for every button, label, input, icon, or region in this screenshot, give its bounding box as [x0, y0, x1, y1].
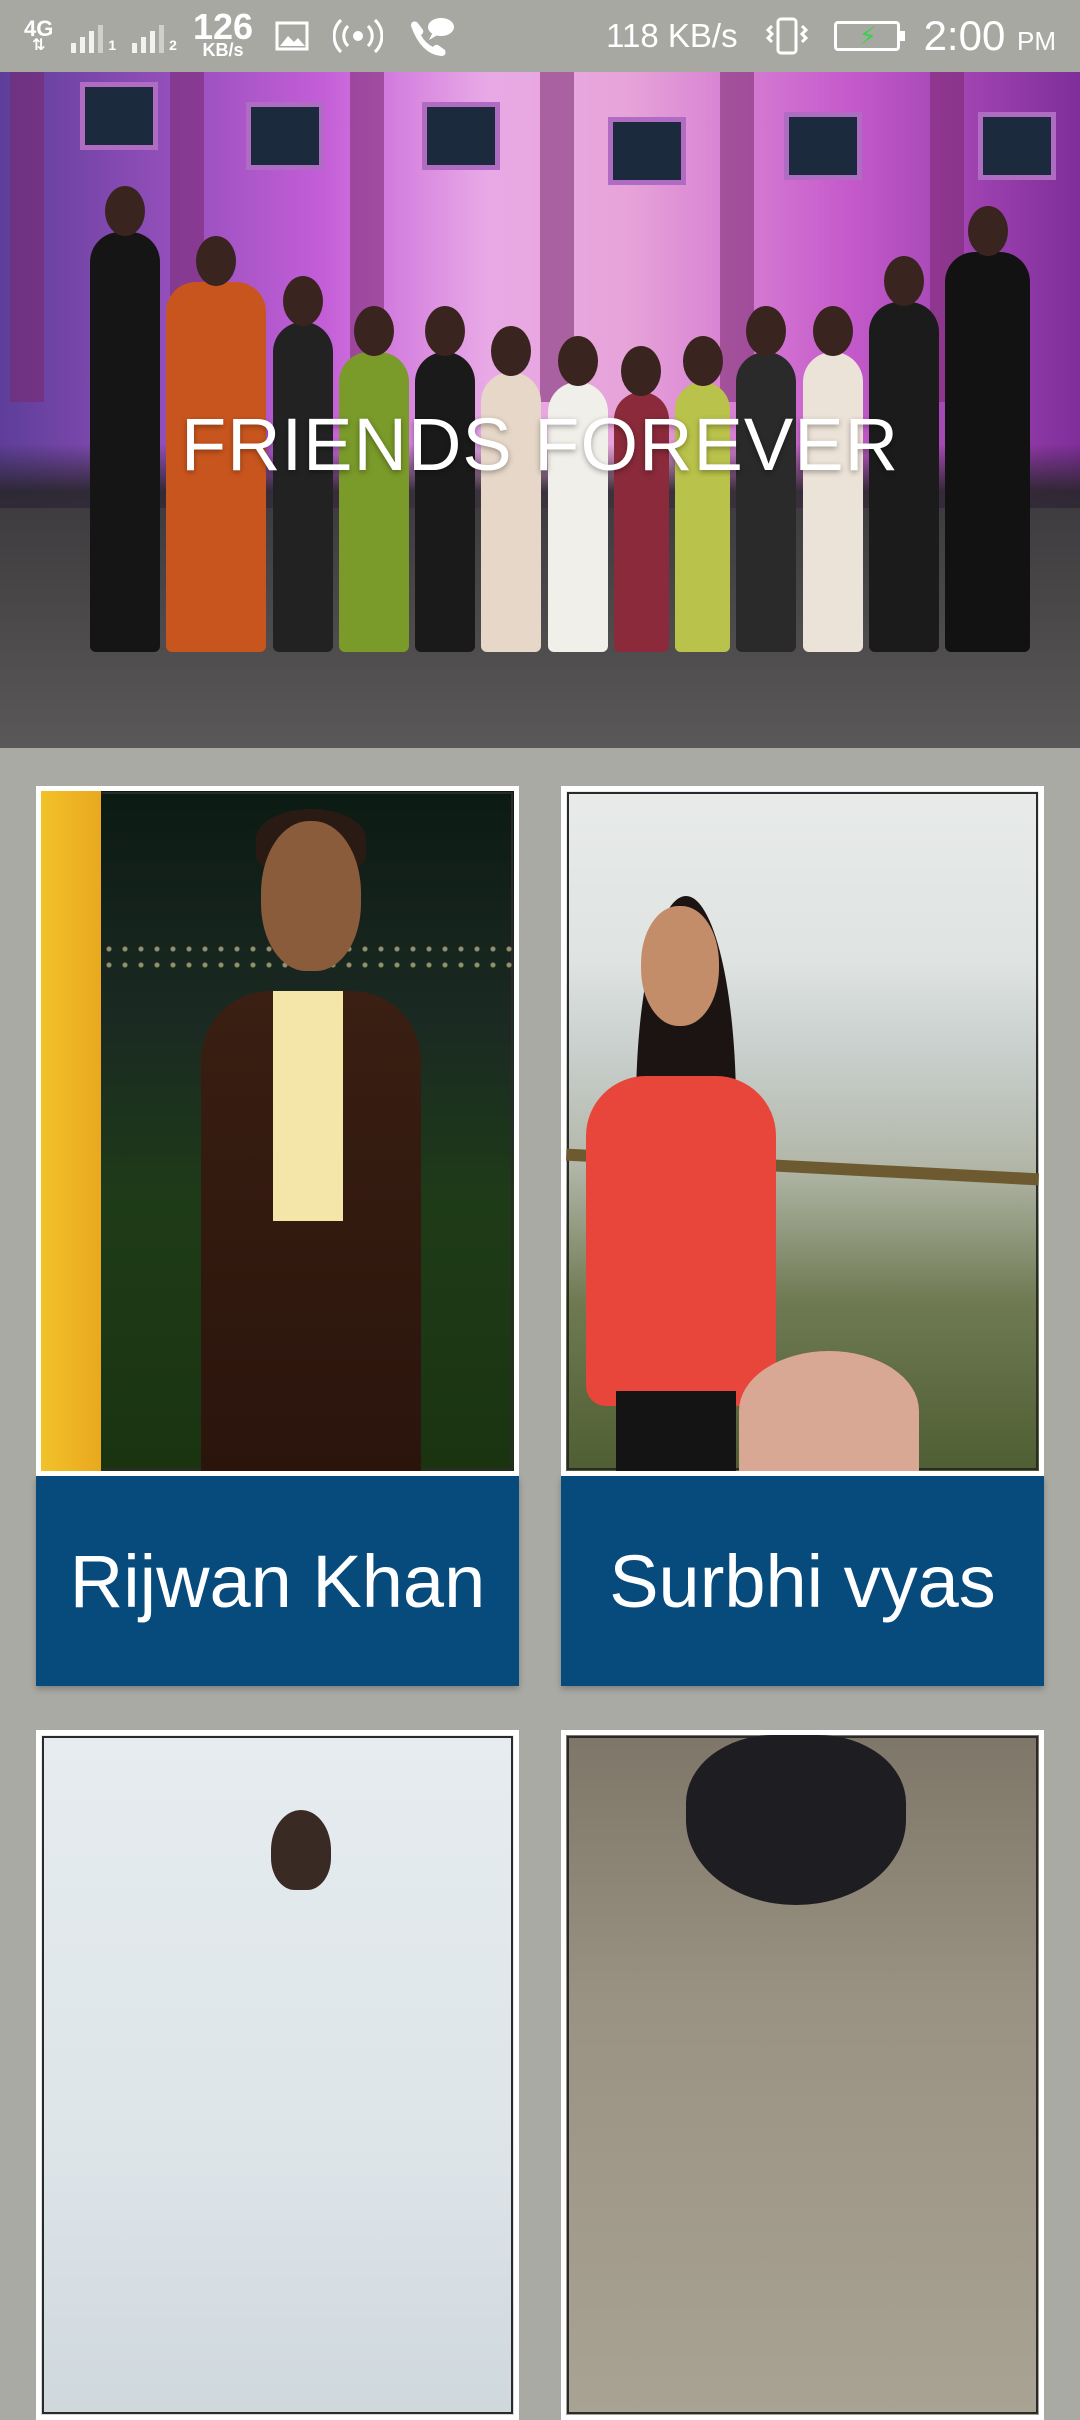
battery-charging-icon: ⚡ [833, 21, 905, 51]
hotspot-icon [333, 18, 384, 54]
clock-time: 2:00 [923, 12, 1006, 59]
friend-name[interactable]: Surbhi vyas [561, 1476, 1044, 1686]
data-arrows-icon: ⇅ [31, 37, 46, 54]
friend-card[interactable] [36, 1730, 519, 2420]
status-bar: 4G ⇅ 1 2 126 KB/s 118 KB/s ⚡ 2:00 PM [0, 0, 1080, 72]
friend-card[interactable]: Surbhi vyas [561, 786, 1044, 1686]
header-banner: FRIENDS FOREVER [0, 72, 1080, 748]
status-bar-right: 118 KB/s ⚡ 2:00 PM [606, 0, 1056, 72]
sim2-label: 2 [169, 37, 177, 53]
banner-title: FRIENDS FOREVER [180, 403, 900, 486]
status-bar-left: 4G ⇅ 1 2 126 KB/s [24, 0, 479, 72]
image-icon [275, 21, 309, 51]
friend-card[interactable]: Rijwan Khan [36, 786, 519, 1686]
call-chat-icon [407, 16, 455, 56]
banner-photo-building [0, 72, 1080, 402]
friend-photo[interactable] [561, 786, 1044, 1476]
clock-suffix: PM [1017, 26, 1056, 56]
network-type-label: 4G [24, 16, 54, 41]
friend-card[interactable] [561, 1730, 1044, 2420]
friend-name[interactable]: Rijwan Khan [36, 1476, 519, 1686]
transfer-rate: 118 KB/s [606, 17, 738, 54]
friend-photo[interactable] [36, 786, 519, 1476]
vibrate-icon [764, 16, 810, 56]
sim1-label: 1 [108, 37, 117, 53]
signal-sim1-icon: 1 [71, 19, 116, 53]
signal-sim2-icon: 2 [132, 19, 177, 53]
friend-photo[interactable] [36, 1730, 519, 2420]
clock: 2:00 PM [924, 12, 1056, 60]
data-speed: 126 KB/s [193, 9, 253, 60]
friend-photo[interactable] [561, 1730, 1044, 2420]
network-type: 4G ⇅ [24, 16, 54, 54]
